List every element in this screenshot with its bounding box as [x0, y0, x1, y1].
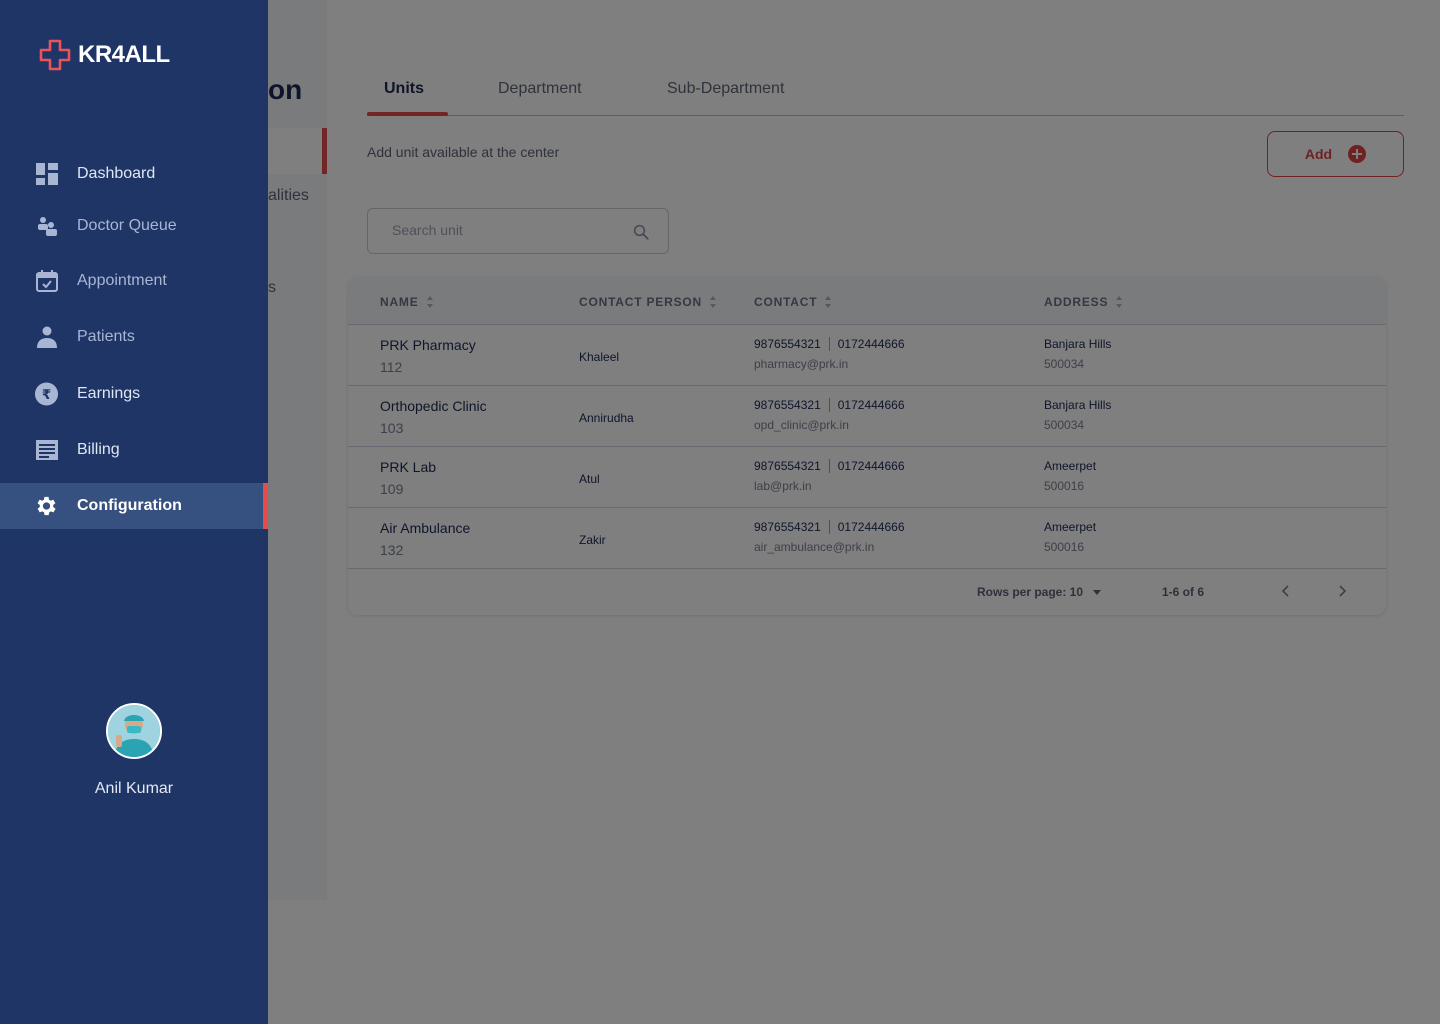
- sidebar-item-label: Configuration: [77, 497, 182, 514]
- sidebar-item-appointment[interactable]: Appointment: [0, 258, 268, 304]
- sidebar-item-configuration[interactable]: Configuration: [0, 483, 268, 529]
- user-name: Anil Kumar: [94, 780, 174, 797]
- svg-text:₹: ₹: [42, 388, 51, 403]
- sidebar-item-label: Earnings: [77, 385, 141, 402]
- navigation-drawer: KR4ALL Dashboard Doctor Queue Appointmen…: [0, 0, 268, 1024]
- patient-icon: [34, 325, 59, 350]
- gear-icon: [34, 494, 59, 519]
- sidebar-item-billing[interactable]: Billing: [0, 427, 268, 473]
- sidebar-item-label: Appointment: [77, 272, 167, 289]
- sidebar-item-label: Dashboard: [77, 165, 156, 182]
- calendar-icon: [34, 269, 59, 294]
- medical-cross-icon: [39, 39, 71, 71]
- dashboard-icon: [34, 162, 59, 187]
- sidebar-item-label: Billing: [77, 441, 120, 458]
- avatar[interactable]: [106, 703, 162, 759]
- sidebar-item-label: Doctor Queue: [77, 217, 177, 234]
- doctor-queue-icon: [34, 214, 59, 239]
- sidebar-item-doctor-queue[interactable]: Doctor Queue: [0, 203, 268, 249]
- sidebar-item-label: Patients: [77, 328, 135, 345]
- brand-logo[interactable]: KR4ALL: [38, 38, 170, 72]
- sidebar-item-earnings[interactable]: ₹ Earnings: [0, 371, 268, 417]
- billing-icon: [34, 438, 59, 463]
- sidebar-item-dashboard[interactable]: Dashboard: [0, 151, 268, 197]
- active-indicator: [263, 483, 268, 529]
- sidebar-item-patients[interactable]: Patients: [0, 314, 268, 360]
- rupee-icon: ₹: [34, 382, 59, 407]
- brand-name: KR4ALL: [78, 41, 170, 68]
